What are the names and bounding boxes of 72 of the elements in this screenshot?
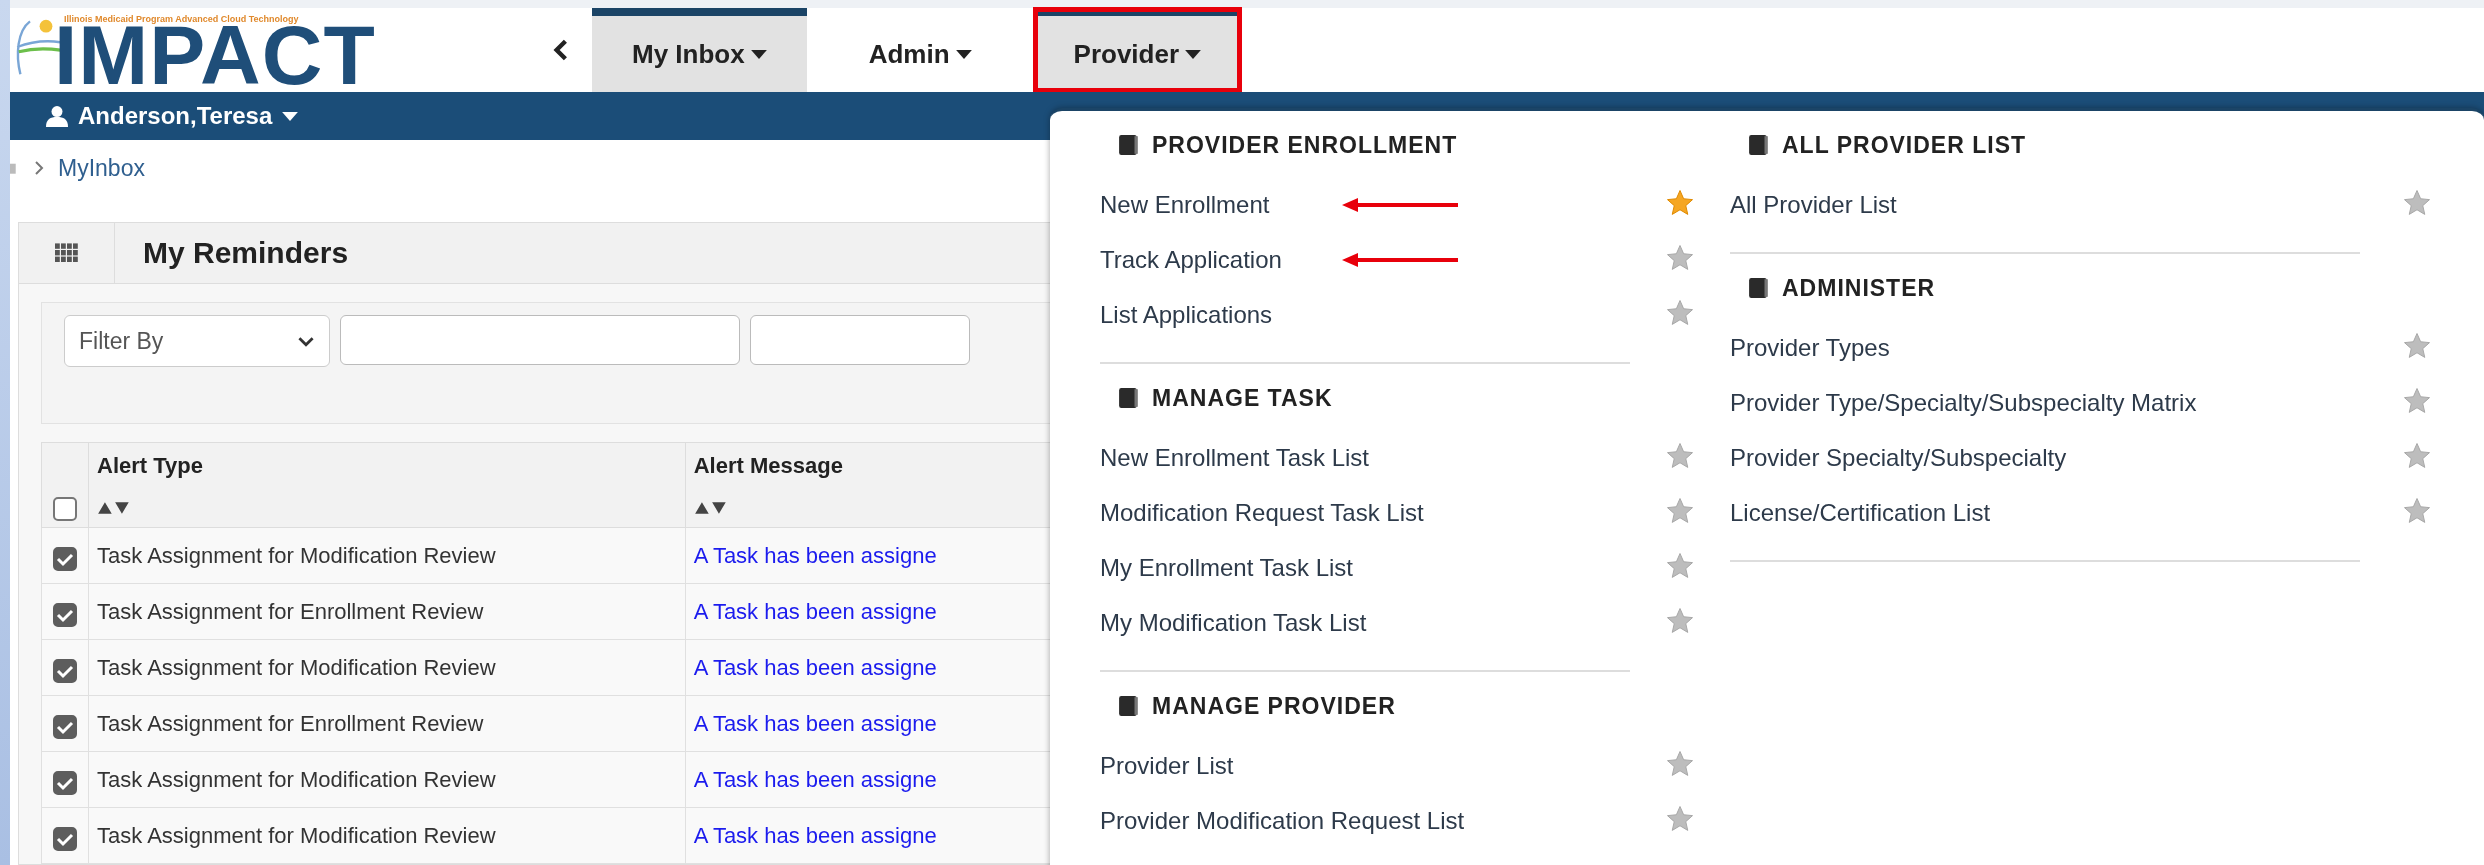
star-icon[interactable]	[1665, 187, 1695, 218]
menu-item[interactable]: License/Certification List	[1730, 498, 1991, 527]
menu-item[interactable]: All Provider List	[1730, 190, 1897, 219]
star-icon[interactable]	[1665, 440, 1695, 471]
star-icon[interactable]	[2402, 385, 2432, 416]
menu-item[interactable]: Provider Types	[1730, 333, 1890, 362]
star-icon[interactable]	[1665, 605, 1695, 636]
filter-input[interactable]	[340, 315, 740, 365]
menu-item[interactable]: New Enrollment	[1100, 190, 1270, 219]
filter-dropdown[interactable]: Filter By	[64, 315, 330, 367]
star-icon[interactable]	[2402, 495, 2432, 526]
book-icon	[1118, 133, 1140, 157]
star-icon[interactable]	[2402, 440, 2432, 471]
checkbox[interactable]	[53, 714, 77, 739]
sort-icon[interactable]	[693, 501, 728, 515]
user-menu[interactable]: Anderson,Teresa	[40, 101, 305, 132]
panel-title: My Reminders	[143, 236, 349, 270]
chevron-down-icon	[297, 335, 315, 347]
logo-tagline: Illinois Medicaid Program Advanced Cloud Technology	[64, 14, 300, 24]
table-cell: Task Assignment for Enrollment Review	[88, 583, 686, 640]
caret-icon	[955, 49, 972, 59]
checkbox[interactable]	[53, 546, 77, 571]
logo-wordmark: IMPACT	[54, 24, 376, 86]
menu-item[interactable]: Provider Specialty/Subspecialty	[1730, 443, 2067, 472]
checkbox[interactable]	[53, 497, 77, 521]
table-cell: Task Assignment for Modification Review	[88, 527, 686, 584]
star-icon[interactable]	[1665, 748, 1695, 779]
filter-input[interactable]	[750, 315, 970, 365]
caret-icon	[282, 111, 299, 121]
checkbox[interactable]	[53, 602, 77, 627]
menu-item[interactable]: My Modification Task List	[1100, 608, 1367, 637]
star-icon[interactable]	[1665, 550, 1695, 581]
table-cell: Task Assignment for Modification Review	[88, 807, 686, 864]
section-heading: ADMINISTER	[1782, 274, 1936, 302]
menu-item[interactable]: Track Application	[1100, 245, 1282, 274]
book-icon	[1748, 133, 1770, 157]
section-heading: MANAGE PROVIDER	[1152, 692, 1396, 720]
section-heading: MANAGE TASK	[1152, 384, 1333, 412]
menu-item[interactable]: My Enrollment Task List	[1100, 553, 1353, 582]
table-cell: Task Assignment for Modification Review	[88, 751, 686, 808]
menu-item[interactable]: List Applications	[1100, 300, 1273, 329]
table-cell: Task Assignment for Modification Review	[88, 639, 686, 696]
caret-icon	[1185, 49, 1202, 59]
book-icon	[1118, 386, 1140, 410]
star-icon[interactable]	[1665, 242, 1695, 273]
book-icon	[1748, 276, 1770, 300]
grid-icon[interactable]	[54, 243, 79, 263]
menu-item[interactable]: New Enrollment Task List	[1100, 443, 1369, 472]
section-heading: ALL PROVIDER LIST	[1782, 131, 2027, 159]
caret-icon	[750, 49, 767, 59]
star-icon[interactable]	[1665, 297, 1695, 328]
checkbox[interactable]	[53, 770, 77, 795]
menu-item[interactable]: Provider List	[1100, 751, 1234, 780]
star-icon[interactable]	[1665, 495, 1695, 526]
breadcrumb-link[interactable]: MyInbox	[58, 154, 145, 182]
chevron-left-icon[interactable]	[552, 39, 570, 61]
menu-item[interactable]: Modification Request Task List	[1100, 498, 1424, 527]
menu-item[interactable]: Provider Modification Request List	[1100, 806, 1465, 835]
section-heading: PROVIDER ENROLLMENT	[1152, 131, 1458, 159]
nav-tab[interactable]: My Inbox	[592, 8, 807, 92]
checkbox[interactable]	[53, 658, 77, 683]
star-icon[interactable]	[1665, 803, 1695, 834]
checkbox[interactable]	[53, 826, 77, 851]
star-icon[interactable]	[2402, 187, 2432, 218]
menu-item[interactable]: Provider Type/Specialty/Subspecialty Matrix	[1730, 388, 2197, 417]
book-icon	[1118, 694, 1140, 718]
star-icon[interactable]	[2402, 330, 2432, 361]
user-icon	[46, 104, 68, 129]
chevron-right-icon	[34, 160, 44, 177]
sort-icon[interactable]	[97, 501, 131, 515]
nav-tab[interactable]: Provider	[1033, 8, 1242, 92]
table-cell: Task Assignment for Enrollment Review	[88, 695, 686, 752]
